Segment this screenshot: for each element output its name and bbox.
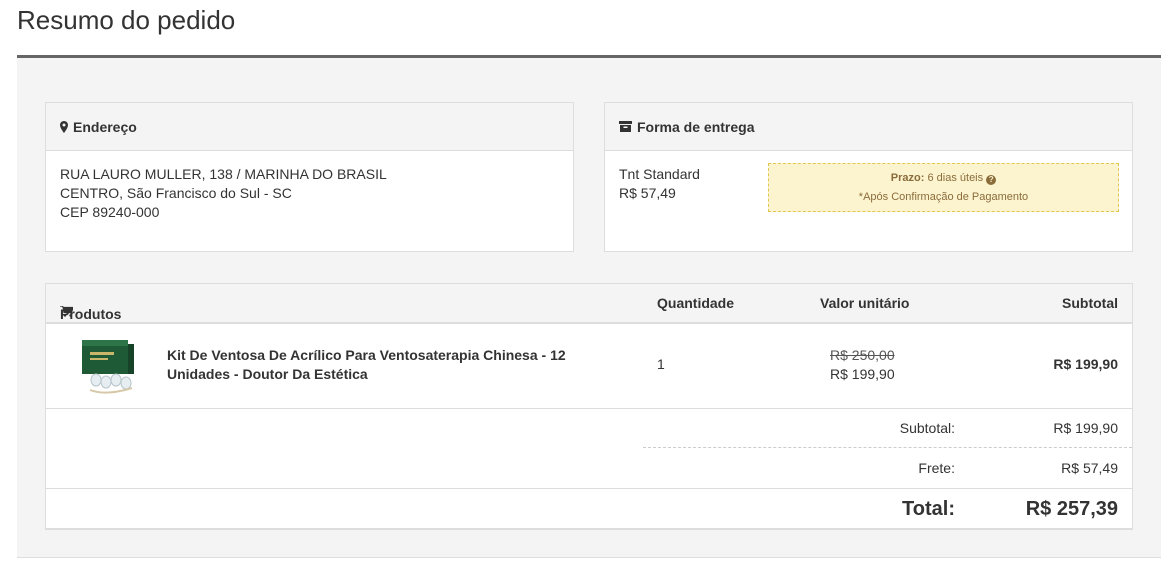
products-table-header: Produtos Quantidade Valor unitário Subto… [46, 284, 1132, 324]
products-table: Produtos Quantidade Valor unitário Subto… [45, 283, 1133, 530]
header-quantity: Quantidade [657, 295, 735, 311]
address-body: RUA LAURO MULLER, 138 / MARINHA DO BRASI… [46, 151, 573, 236]
delivery-time-notice: Prazo: 6 dias úteis ? *Após Confirmação … [768, 163, 1119, 212]
shipping-panel-header: Forma de entrega [605, 103, 1132, 151]
header-unit-price: Valor unitário [820, 295, 910, 311]
order-totals: Subtotal: R$ 199,90 Frete: R$ 57,49 Tota… [46, 409, 1132, 529]
address-line-street: RUA LAURO MULLER, 138 / MARINHA DO BRASI… [60, 166, 387, 182]
product-subtotal: R$ 199,90 [1053, 356, 1118, 372]
map-marker-icon [60, 120, 68, 133]
frete-value: R$ 57,49 [1061, 460, 1118, 476]
prazo-note: *Após Confirmação de Pagamento [858, 191, 1029, 203]
address-line-cep: CEP 89240-000 [60, 204, 160, 220]
subtotal-label: Subtotal: [899, 420, 955, 436]
question-circle-icon[interactable]: ? [986, 175, 997, 185]
page-title: Resumo do pedido [17, 5, 236, 35]
product-old-price: R$ 250,00 [830, 347, 895, 363]
product-quantity: 1 [657, 356, 665, 372]
product-name[interactable]: Kit De Ventosa De Acrílico Para Ventosat… [167, 346, 587, 384]
shipping-panel: Forma de entrega Tnt Standard R$ 57,49 P… [604, 102, 1133, 252]
order-summary-box: Endereço RUA LAURO MULLER, 138 / MARINHA… [17, 55, 1161, 558]
address-line-city: CENTRO, São Francisco do Sul - SC [60, 185, 292, 201]
product-image[interactable] [76, 336, 138, 398]
product-price: R$ 199,90 [830, 366, 895, 382]
header-subtotal: Subtotal [1062, 295, 1118, 311]
total-divider [46, 488, 1132, 489]
table-row: Kit De Ventosa De Acrílico Para Ventosat… [46, 324, 1132, 409]
prazo-value: 6 dias úteis [927, 172, 984, 184]
total-label: Total: [902, 498, 955, 520]
frete-label: Frete: [918, 460, 955, 476]
address-panel: Endereço RUA LAURO MULLER, 138 / MARINHA… [45, 102, 574, 252]
products-heading: Produtos [60, 306, 122, 322]
address-heading: Endereço [73, 118, 137, 135]
total-value: R$ 257,39 [1025, 498, 1118, 520]
shipping-heading: Forma de entrega [637, 118, 755, 135]
address-panel-header: Endereço [46, 103, 573, 151]
subtotal-value: R$ 199,90 [1053, 420, 1118, 436]
prazo-label: Prazo: [890, 172, 925, 184]
totals-divider [643, 447, 1132, 448]
shipping-body: Tnt Standard R$ 57,49 Prazo: 6 dias útei… [605, 151, 1132, 217]
archive-box-icon [619, 121, 632, 132]
